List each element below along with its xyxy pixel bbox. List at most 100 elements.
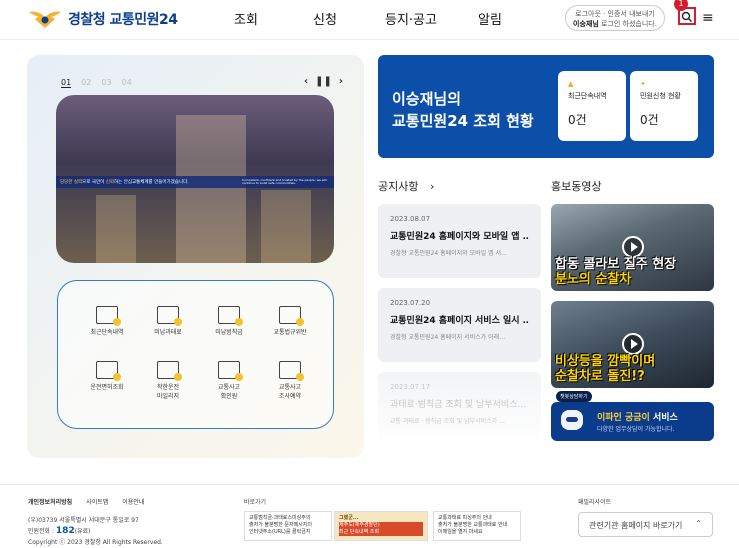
site-logo[interactable]: 경찰청 교통민원24 bbox=[28, 8, 178, 30]
main-visual-panel: 01 02 03 04 ‹ ❚❚ › 당당한 실력으로 국민이 신뢰하는 안심교… bbox=[27, 55, 364, 458]
family-site-select[interactable]: 관련기관 홈페이지 바로가기 ⌃ bbox=[578, 512, 713, 537]
banner-slogan-left: 당당한 실력으로 국민이 신뢰하는 안심교통체계를 만들어가겠습니다. bbox=[60, 179, 189, 185]
video-caption-line1: 비상등을 깜빡이며 bbox=[555, 354, 656, 369]
service-label: 교통사고 확인원 bbox=[217, 384, 241, 400]
slide-controls: ‹ ❚❚ › bbox=[304, 76, 343, 87]
building-shape bbox=[96, 195, 136, 263]
building-shape bbox=[261, 190, 311, 263]
coin-stack-icon bbox=[157, 361, 182, 381]
notice-desc: 경찰청 교통민원24 홈페이지와 모바일 앱 서… bbox=[390, 250, 508, 257]
chatbot-title-highlight: 이파인 궁금이 bbox=[597, 413, 650, 423]
shortcut-banner-smishing[interactable]: 교통범칙금·과태료스미싱주의 출처가 불분명한 문자메시지의 인터넷주소(URL… bbox=[244, 511, 332, 541]
footer-address: (우)03739 서울특별시 서대문구 통일로 97 bbox=[28, 517, 139, 524]
notice-item[interactable]: 2023.08.07 교통민원24 홈페이지와 모바일 앱 … 경찰청 교통민원… bbox=[378, 204, 541, 278]
service-license-check[interactable]: 운전면허조회 bbox=[72, 361, 142, 392]
slide-page-2[interactable]: 02 bbox=[81, 78, 91, 88]
promo-video[interactable]: 합동 콜라보 질주 현장 분노의 순찰차 bbox=[551, 204, 714, 291]
card-label: 최근단속내역 bbox=[568, 92, 607, 100]
nav-inquiry[interactable]: 조회 bbox=[210, 9, 282, 28]
play-icon[interactable] bbox=[622, 236, 644, 258]
card-label: 민원신청 현황 bbox=[640, 92, 681, 100]
notice-date: 2023.07.17 bbox=[390, 383, 431, 391]
shortcut-banner-jeju[interactable]: 그랬군... 제주도(제주경찰단) 최근 단속내역 조회 bbox=[334, 511, 428, 541]
recent-enforcement-card[interactable]: ▲ 최근단속내역 0건 bbox=[558, 71, 626, 141]
notice-date: 2023.07.20 bbox=[390, 299, 431, 307]
application-status-card[interactable]: ✦ 민원신청 현황 0건 bbox=[630, 71, 698, 141]
banner-line: 그랬군... bbox=[339, 515, 359, 521]
video-caption-line2: 순찰차로 돌진!? bbox=[555, 369, 645, 384]
privacy-policy-link[interactable]: 개인정보처리방침 bbox=[28, 497, 72, 506]
service-label: 교통법규위반 bbox=[273, 329, 307, 336]
usage-guide-link[interactable]: 이용안내 bbox=[122, 497, 144, 506]
slide-pause-icon[interactable]: ❚❚ bbox=[315, 76, 332, 87]
slide-prev-icon[interactable]: ‹ bbox=[304, 76, 308, 87]
service-accident-reservation[interactable]: 교통사고 조사예약 bbox=[255, 361, 325, 401]
service-accident-certificate[interactable]: 교통사고 확인원 bbox=[194, 361, 264, 401]
nav-alert[interactable]: 알림 bbox=[454, 9, 526, 28]
phone-suffix: (유료) bbox=[74, 528, 91, 535]
main-banner-image[interactable]: 당당한 실력으로 국민이 신뢰하는 안심교통체계를 만들어가겠습니다. Comp… bbox=[56, 95, 334, 263]
notice-title-text: 과태료·범칙금 조회 및 납부서비스… bbox=[390, 400, 527, 410]
phone-number: 182 bbox=[55, 526, 75, 536]
play-icon[interactable] bbox=[622, 333, 644, 355]
car-camera-icon bbox=[96, 306, 121, 326]
robot-icon bbox=[561, 410, 583, 430]
video-heading: 홍보동영상 bbox=[551, 180, 602, 193]
banner-line: 최근 단속내역 조회 bbox=[339, 529, 423, 536]
banner-line: 교통범칙금·과태료스미싱주의 bbox=[249, 515, 311, 521]
service-label: 미납범칙금 bbox=[215, 329, 243, 336]
service-mileage[interactable]: 착한운전 마일리지 bbox=[133, 361, 203, 401]
service-recent-enforcement[interactable]: 최근단속내역 bbox=[72, 306, 142, 337]
footer-phone: 민원전화 : 182(유료) bbox=[28, 526, 163, 537]
banner-line: 교통과태료 피싱주의 안내 bbox=[438, 515, 492, 521]
inquiry-status-panel: 이승재님의 교통민원24 조회 현황 ▲ 최근단속내역 0건 ✦ 민원신청 현황… bbox=[378, 55, 714, 158]
status-title-line1: 이승재님의 bbox=[392, 90, 462, 108]
slide-page-3[interactable]: 03 bbox=[101, 78, 111, 88]
sparkle-icon: ✦ bbox=[640, 80, 646, 88]
chevron-up-icon: ⌃ bbox=[695, 519, 702, 528]
video-caption: 비상등을 깜빡이며 순찰차로 돌진!? bbox=[555, 354, 655, 384]
chatbot-banner[interactable]: 이파인 궁금이 서비스 다양한 업무상담이 가능합니다. bbox=[551, 402, 714, 441]
header: 경찰청 교통민원24 조회 신청 등지·공고 알림 로그아웃 · 인증서 내보내… bbox=[0, 0, 739, 40]
card-value: 0건 bbox=[640, 113, 659, 127]
login-status[interactable]: 로그아웃 · 인증서 내보내기 이승재님 로그인 하셨습니다. bbox=[565, 5, 665, 31]
slide-next-icon[interactable]: › bbox=[339, 76, 343, 87]
warning-coin-icon bbox=[218, 306, 243, 326]
phone-label: 민원전화 : bbox=[28, 528, 56, 535]
police-emblem-icon bbox=[29, 11, 61, 28]
copyright: Copyright ⓒ 2023 경찰청 All Rights Reserved… bbox=[28, 539, 163, 546]
slide-page-1[interactable]: 01 bbox=[61, 78, 72, 88]
notice-heading[interactable]: 공지사항 › bbox=[378, 178, 434, 194]
user-name: 이승재님 bbox=[573, 20, 599, 28]
menu-icon[interactable]: ≡ bbox=[702, 10, 714, 26]
service-unpaid-fine[interactable]: 미납과태료 bbox=[133, 306, 203, 337]
sitemap-link[interactable]: 사이트맵 bbox=[86, 497, 108, 506]
promo-video[interactable]: 비상등을 깜빡이며 순찰차로 돌진!? bbox=[551, 301, 714, 388]
notice-item[interactable]: 2023.07.17 과태료·범칙금 조회 및 납부서비스… 교통 과태료 · … bbox=[378, 372, 541, 446]
banner-line: 출처가 불분명한 문자메시지의 bbox=[249, 522, 312, 528]
service-label: 교통사고 조사예약 bbox=[278, 384, 302, 400]
notice-desc: 교통 과태료 · 범칙금 조회 및 납부서비스가 … bbox=[390, 418, 506, 425]
document-coin-icon bbox=[157, 306, 182, 326]
notice-date: 2023.08.07 bbox=[390, 215, 431, 223]
shortcut-banner-phishing[interactable]: 교통과태료 피싱주의 안내 출처가 불분명한 교통과태료 안내 이메일을 열지 … bbox=[433, 511, 521, 541]
notice-item[interactable]: 2023.07.20 교통민원24 홈페이지 서비스 일시 … 경찰청 교통민원… bbox=[378, 288, 541, 362]
id-card-icon bbox=[96, 361, 121, 381]
slide-page-4[interactable]: 04 bbox=[122, 78, 132, 88]
footer: 개인정보처리방침 사이트맵 이용안내 (우)03739 서울특별시 서대문구 통… bbox=[0, 484, 739, 548]
footer-info: (우)03739 서울특별시 서대문구 통일로 97 민원전화 : 182(유료… bbox=[28, 515, 163, 548]
service-label: 착한운전 마일리지 bbox=[156, 384, 180, 400]
slogan-highlight-1: 당당한 실력 bbox=[60, 180, 83, 185]
card-value: 0건 bbox=[568, 113, 587, 127]
shortcut-label: 바로가기 bbox=[244, 499, 267, 506]
login-message: 이승재님 로그인 하셨습니다. bbox=[566, 19, 664, 29]
service-label: 미납과태료 bbox=[154, 329, 182, 336]
chatbot-badge: 챗봇상담하기 bbox=[556, 391, 592, 402]
status-title-line2: 교통민원24 조회 현황 bbox=[392, 112, 534, 130]
nav-notice[interactable]: 등지·공고 bbox=[368, 9, 454, 28]
service-traffic-violation[interactable]: 교통법규위반 bbox=[255, 306, 325, 337]
service-unpaid-penalty[interactable]: 미납범칙금 bbox=[194, 306, 264, 337]
building-shape bbox=[176, 115, 246, 263]
nav-application[interactable]: 신청 bbox=[282, 9, 368, 28]
logout-links[interactable]: 로그아웃 · 인증서 내보내기 bbox=[566, 9, 664, 19]
